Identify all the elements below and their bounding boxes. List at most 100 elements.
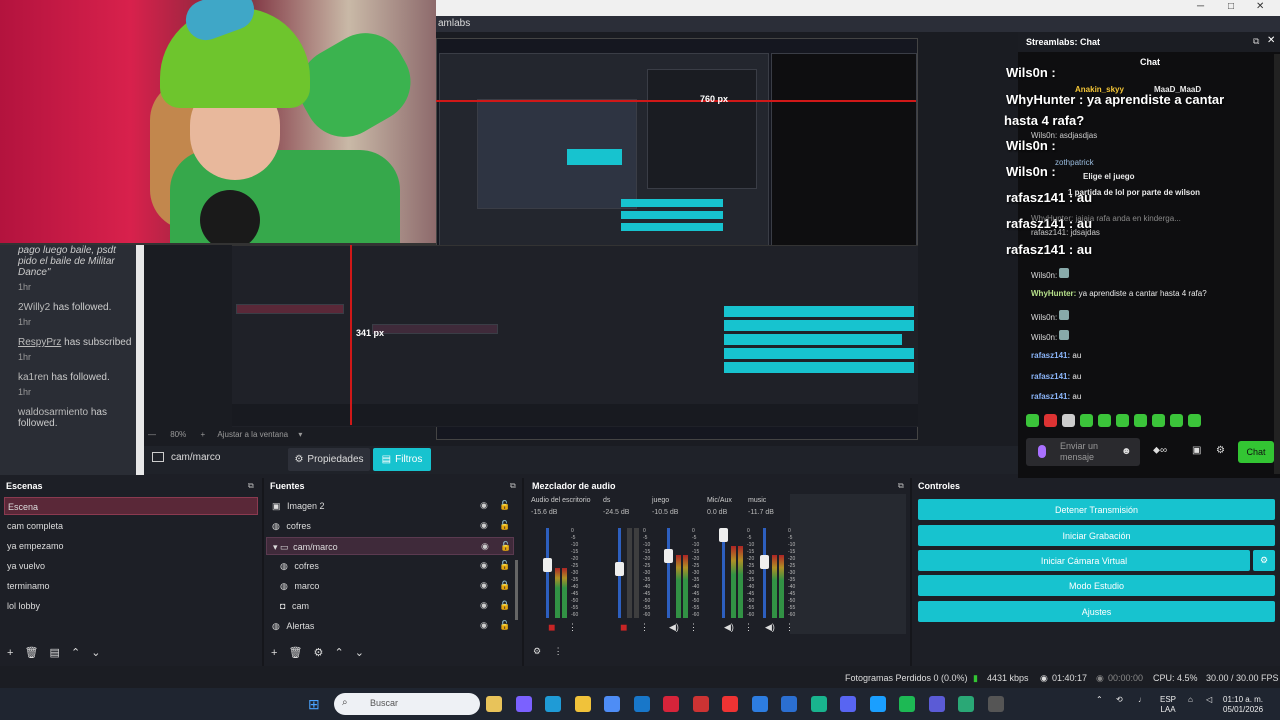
dock-popout-icon[interactable]: ⧉ — [510, 481, 516, 491]
emote-icon[interactable] — [1044, 414, 1057, 427]
source-item[interactable]: ▾ ▭ cam/marco ◉ 🔓 — [266, 537, 514, 555]
taskbar-app-icon[interactable] — [958, 696, 974, 712]
taskbar-search[interactable]: Buscar — [334, 693, 480, 715]
taskbar-app-icon[interactable] — [663, 696, 679, 712]
chevron-down-icon[interactable]: ▾ — [273, 542, 278, 552]
scene-item[interactable]: ya vuelvo — [4, 557, 258, 575]
emote-icon[interactable] — [1062, 414, 1075, 427]
visibility-icon[interactable]: ◉ — [480, 580, 488, 591]
maximize-button[interactable]: □ — [1228, 1, 1234, 12]
volume-fader-knob[interactable] — [664, 549, 673, 564]
tray-chevron-up-icon[interactable]: ⌃ — [1096, 695, 1103, 705]
channel-menu-icon[interactable]: ⋮ — [689, 622, 698, 633]
source-item[interactable]: ▣ Imagen 2 ◉ 🔓 — [268, 497, 516, 515]
properties-button[interactable]: ⚙ Propiedades — [288, 448, 370, 471]
emoji-icon[interactable]: ☻ — [1121, 446, 1132, 457]
source-item[interactable]: ◍ cofres ◉ 🔓 — [268, 517, 516, 535]
gift-icon[interactable]: ▣ — [1192, 445, 1201, 456]
emote-icon[interactable] — [1098, 414, 1111, 427]
speaker-icon[interactable]: ◀) — [724, 622, 734, 633]
lock-icon[interactable]: 🔓 — [499, 520, 510, 531]
keyboard-language[interactable]: ESP LAA — [1160, 695, 1176, 715]
channel-menu-icon[interactable]: ⋮ — [640, 622, 649, 633]
start-recording-button[interactable]: Iniciar Grabación — [918, 525, 1275, 546]
taskbar-app-icon[interactable] — [987, 696, 1004, 712]
chat-settings-icon[interactable]: ⚙ — [1216, 445, 1225, 456]
taskbar-app-icon[interactable] — [486, 696, 502, 712]
move-down-icon[interactable]: ⌄ — [355, 647, 364, 659]
tray-volume-icon[interactable]: ◁ — [1206, 695, 1212, 705]
taskbar-app-icon[interactable] — [751, 696, 768, 712]
taskbar-app-icon[interactable] — [810, 696, 827, 712]
advanced-audio-icon[interactable]: ⚙ — [533, 646, 541, 656]
channel-menu-icon[interactable]: ⋮ — [785, 622, 794, 633]
channel-menu-icon[interactable]: ⋮ — [568, 622, 577, 633]
speaker-icon[interactable]: ◀) — [765, 622, 775, 633]
windows-start-icon[interactable]: ⊞ — [308, 696, 320, 713]
emote-icon[interactable] — [1152, 414, 1165, 427]
visibility-icon[interactable]: ◉ — [480, 520, 488, 531]
taskbar-app-icon[interactable] — [633, 696, 650, 712]
virtual-camera-settings-icon[interactable]: ⚙ — [1253, 550, 1275, 571]
filters-button[interactable]: ▤ Filtros — [373, 448, 431, 471]
zoom-out-icon[interactable]: — — [148, 430, 156, 439]
visibility-icon[interactable]: ◉ — [480, 560, 488, 571]
tray-wifi-icon[interactable]: ⌂ — [1188, 695, 1193, 705]
volume-fader-track[interactable] — [667, 528, 670, 618]
chevron-down-icon[interactable]: ▾ — [298, 430, 302, 439]
volume-fader-knob[interactable] — [760, 554, 769, 569]
dock-popout-icon[interactable]: ⧉ — [248, 481, 254, 491]
filters-icon[interactable]: ▤ — [50, 647, 60, 659]
taskbar-app-icon[interactable] — [692, 696, 709, 712]
channel-menu-icon[interactable]: ⋮ — [744, 622, 753, 633]
stop-stream-button[interactable]: Detener Transmisión — [918, 499, 1275, 520]
clock[interactable]: 01:10 a. m. 05/01/2026 — [1223, 695, 1263, 715]
volume-fader-knob[interactable] — [543, 558, 552, 573]
muted-speaker-icon[interactable]: ◼ — [548, 622, 555, 633]
lock-icon[interactable]: 🔓 — [500, 541, 511, 552]
close-button[interactable]: ✕ — [1256, 1, 1264, 12]
visibility-icon[interactable]: ◉ — [480, 600, 488, 611]
activity-scrollbar[interactable] — [136, 245, 144, 475]
bits-icon[interactable]: ⬥∞ — [1153, 445, 1167, 456]
fit-window-select[interactable]: Ajustar a la ventana — [217, 430, 288, 439]
volume-fader-track[interactable] — [546, 528, 549, 618]
volume-fader-knob[interactable] — [615, 562, 624, 577]
scene-item[interactable]: ya empezamo — [4, 537, 258, 555]
scene-item[interactable]: lol lobby — [4, 597, 258, 615]
taskbar-app-icon[interactable] — [899, 696, 915, 712]
lock-icon[interactable]: 🔓 — [499, 560, 510, 571]
source-item[interactable]: ◍ marco ◉ 🔒 — [280, 577, 528, 595]
delete-icon[interactable]: 🗑 — [289, 647, 303, 659]
lock-icon[interactable]: 🔒 — [499, 580, 510, 591]
delete-icon[interactable]: 🗑 — [25, 647, 39, 659]
popout-icon[interactable]: ⧉ — [1253, 36, 1259, 47]
add-icon[interactable]: + — [271, 647, 277, 659]
more-options-icon[interactable]: ⋮ — [554, 646, 563, 656]
move-down-icon[interactable]: ⌄ — [91, 647, 100, 659]
chat-send-button[interactable]: Chat — [1238, 441, 1274, 463]
source-item[interactable]: ◘ cam ◉ 🔒 — [280, 597, 528, 615]
chat-close-button[interactable]: ✕ — [1267, 35, 1275, 46]
minimize-button[interactable]: ─ — [1197, 1, 1204, 12]
studio-mode-button[interactable]: Modo Estudio — [918, 575, 1275, 596]
chat-scrollbar[interactable] — [1274, 54, 1280, 474]
emote-icon[interactable] — [1188, 414, 1201, 427]
source-item[interactable]: ◍ cofres ◉ 🔓 — [280, 557, 528, 575]
add-icon[interactable]: + — [7, 647, 13, 659]
lock-icon[interactable]: 🔓 — [499, 620, 510, 631]
zoom-in-icon[interactable]: + — [200, 430, 205, 439]
emote-icon[interactable] — [1026, 414, 1039, 427]
emote-icon[interactable] — [1080, 414, 1093, 427]
taskbar-app-icon[interactable] — [574, 696, 591, 712]
dock-popout-icon[interactable]: ⧉ — [898, 481, 904, 491]
emote-icon[interactable] — [1116, 414, 1129, 427]
lock-icon[interactable]: 🔓 — [499, 500, 510, 511]
scene-item[interactable]: terminamo — [4, 577, 258, 595]
taskbar-app-icon[interactable] — [840, 696, 856, 712]
sources-scrollbar[interactable] — [515, 560, 518, 620]
lock-icon[interactable]: 🔒 — [499, 600, 510, 611]
tray-mic-icon[interactable]: ♩ — [1138, 695, 1146, 705]
virtual-camera-button[interactable]: Iniciar Cámara Virtual — [918, 550, 1250, 571]
microphone-icon[interactable] — [1038, 445, 1046, 458]
